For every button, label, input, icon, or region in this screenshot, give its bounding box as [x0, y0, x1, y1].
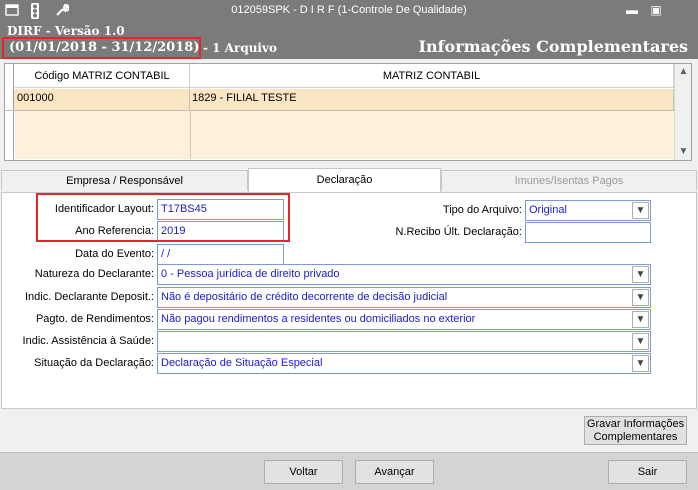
- data-evento-field[interactable]: / /: [157, 244, 284, 265]
- matriz-grid: Código MATRIZ CONTABIL MATRIZ CONTABIL 0…: [4, 63, 692, 161]
- avancar-button[interactable]: Avançar: [355, 460, 434, 484]
- cell-codigo: 001000: [15, 89, 190, 110]
- minimize-button[interactable]: ▬: [622, 2, 642, 19]
- indic-saude-select[interactable]: ▼: [157, 331, 651, 352]
- label-tipo-arquivo: Tipo do Arquivo:: [442, 204, 522, 216]
- indic-deposit-select[interactable]: Não é depositário de crédito decorrente …: [157, 287, 651, 308]
- maximize-button[interactable]: ▣: [646, 2, 666, 19]
- gravar-label-line2: Complementares: [593, 431, 678, 443]
- tipo-arquivo-select[interactable]: Original ▼: [525, 200, 651, 221]
- label-pagto-rend: Pagto. de Rendimentos:: [35, 313, 154, 325]
- indic-deposit-value: Não é depositário de crédito decorrente …: [161, 291, 448, 303]
- sair-button[interactable]: Sair: [608, 460, 687, 484]
- row-selector-column: [5, 64, 14, 160]
- row-selector[interactable]: [5, 89, 14, 110]
- chevron-down-icon[interactable]: ▼: [632, 311, 649, 328]
- bottom-bar: [0, 452, 698, 490]
- label-indic-saude: Indic. Assistência à Saúde:: [22, 335, 154, 347]
- situacao-value: Declaração de Situação Especial: [161, 357, 323, 369]
- window-title: 012059SPK - D I R F (1-Controle De Quali…: [231, 4, 467, 16]
- column-header-matriz[interactable]: MATRIZ CONTABIL: [190, 64, 674, 88]
- header-band: DIRF - Versão 1.0 (01/01/2018 - 31/12/20…: [0, 22, 698, 59]
- chevron-down-icon[interactable]: ▼: [632, 202, 649, 219]
- page-title: Informações Complementares: [418, 37, 688, 56]
- table-row[interactable]: 001000 1829 - FILIAL TESTE: [5, 89, 674, 111]
- highlight-box-period: [2, 37, 201, 59]
- gravar-informacoes-button[interactable]: Gravar Informações Complementares: [584, 416, 687, 445]
- voltar-button[interactable]: Voltar: [264, 460, 343, 484]
- tab-empresa-responsavel[interactable]: Empresa / Responsável: [1, 170, 248, 191]
- chevron-down-icon[interactable]: ▼: [632, 333, 649, 350]
- scroll-down-icon[interactable]: ▼: [675, 144, 692, 160]
- pagto-rend-select[interactable]: Não pagou rendimentos a residentes ou do…: [157, 309, 651, 330]
- highlight-box-layout-ano: [36, 193, 290, 242]
- empty-row-area: [15, 111, 674, 159]
- label-nrecibo: N.Recibo Últ. Declaração:: [395, 226, 522, 238]
- natureza-select[interactable]: 0 - Pessoa jurídica de direito privado ▼: [157, 264, 651, 285]
- nrecibo-field[interactable]: [525, 222, 651, 243]
- label-natureza: Natureza do Declarante:: [34, 268, 154, 280]
- pagto-rend-value: Não pagou rendimentos a residentes ou do…: [161, 313, 476, 325]
- tipo-arquivo-value: Original: [529, 204, 567, 216]
- natureza-value: 0 - Pessoa jurídica de direito privado: [161, 268, 340, 280]
- label-indic-deposit: Indic. Declarante Deposit.:: [24, 291, 154, 303]
- title-bar: 012059SPK - D I R F (1-Controle De Quali…: [0, 0, 698, 22]
- tab-imunes-isentas[interactable]: Imunes/Isentas Pagos: [441, 170, 697, 191]
- gravar-label-line1: Gravar Informações: [586, 418, 685, 430]
- label-situacao: Situação da Declaração:: [34, 357, 154, 369]
- chevron-down-icon[interactable]: ▼: [632, 266, 649, 283]
- chevron-down-icon[interactable]: ▼: [632, 355, 649, 372]
- grid-vertical-scrollbar[interactable]: ▲ ▼: [674, 64, 691, 160]
- file-count: - 1 Arquivo: [203, 41, 277, 55]
- cell-matriz: 1829 - FILIAL TESTE: [190, 89, 674, 110]
- scroll-up-icon[interactable]: ▲: [675, 64, 692, 80]
- chevron-down-icon[interactable]: ▼: [632, 289, 649, 306]
- column-header-codigo[interactable]: Código MATRIZ CONTABIL: [15, 64, 190, 88]
- label-data-evento: Data do Evento:: [75, 248, 154, 260]
- tab-declaracao[interactable]: Declaração: [248, 168, 441, 193]
- situacao-select[interactable]: Declaração de Situação Especial ▼: [157, 353, 651, 374]
- app-version: DIRF - Versão 1.0: [7, 24, 125, 38]
